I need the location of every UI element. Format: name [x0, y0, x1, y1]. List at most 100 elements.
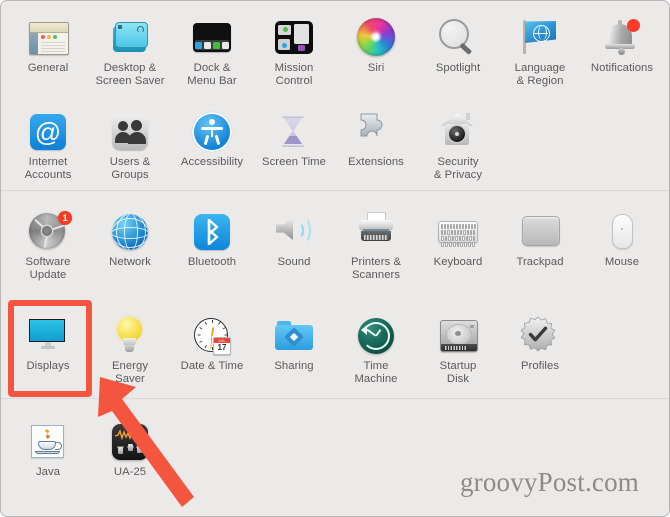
pref-pane-ua25[interactable]: UA-25: [89, 411, 171, 479]
icon-slot: [499, 313, 581, 359]
icon-slot: [417, 109, 499, 155]
pane-label: Time Machine: [354, 360, 398, 385]
icon-slot: [417, 15, 499, 61]
pref-pane-users-groups[interactable]: Users & Groups: [89, 101, 171, 182]
pane-label: Siri: [367, 62, 385, 74]
pane-label: Software Update: [25, 256, 71, 281]
pref-pane-network[interactable]: Network: [89, 201, 171, 269]
energy-saver-bulb-icon: [110, 316, 150, 356]
icon-slot: [335, 109, 417, 155]
icon-slot: [335, 15, 417, 61]
calendar-day: 17: [217, 343, 227, 352]
security-privacy-icon: [438, 112, 478, 152]
pref-pane-mission-control[interactable]: Mission Control: [253, 7, 335, 88]
icon-slot: [253, 15, 335, 61]
date-time-clock-icon: JUL 17: [192, 316, 232, 356]
icon-slot: [499, 15, 581, 61]
pane-label: Users & Groups: [109, 156, 151, 181]
pane-label: Extensions: [348, 156, 404, 168]
pref-pane-mouse[interactable]: Mouse: [581, 201, 663, 269]
icon-slot: [417, 313, 499, 359]
pref-pane-general[interactable]: General: [7, 7, 89, 75]
sharing-folder-icon: [274, 316, 314, 356]
pref-pane-trackpad[interactable]: Trackpad: [499, 201, 581, 269]
pref-pane-notifications[interactable]: Notifications: [581, 7, 663, 75]
pane-label: Notifications: [590, 62, 654, 74]
accessibility-icon: [192, 112, 232, 152]
pane-label: Startup Disk: [439, 360, 477, 385]
preference-row: @ Internet Accounts Users & Groups Acces…: [1, 101, 669, 190]
pref-pane-security-privacy[interactable]: Security & Privacy: [417, 101, 499, 182]
pane-label: Keyboard: [433, 256, 483, 268]
site-watermark: groovyPost.com: [459, 467, 639, 497]
pref-pane-siri[interactable]: Siri: [335, 7, 417, 75]
keyboard-icon: [438, 212, 478, 252]
pane-label: Trackpad: [516, 256, 564, 268]
profiles-badge-icon: [520, 316, 560, 356]
pref-pane-profiles[interactable]: Profiles: [499, 305, 581, 373]
pref-pane-printers-scanners[interactable]: Printers & Scanners: [335, 201, 417, 282]
pref-pane-java[interactable]: Java: [7, 411, 89, 479]
dock-menubar-icon: [192, 18, 232, 58]
pref-pane-energy-saver[interactable]: Energy Saver: [89, 305, 171, 386]
calendar-day-badge: JUL 17: [213, 337, 231, 355]
pref-pane-displays[interactable]: Displays: [7, 305, 89, 373]
pane-label: Dock & Menu Bar: [187, 62, 237, 87]
pane-label: Internet Accounts: [24, 156, 72, 181]
pref-pane-extensions[interactable]: Extensions: [335, 101, 417, 169]
pref-pane-screen-time[interactable]: Screen Time: [253, 101, 335, 169]
extensions-puzzle-icon: [356, 112, 396, 152]
language-region-icon: [520, 18, 560, 58]
icon-slot: [581, 209, 663, 255]
startup-disk-icon: [438, 316, 478, 356]
icon-slot: [171, 109, 253, 155]
pane-label: Date & Time: [180, 360, 244, 372]
bluetooth-icon: [192, 212, 232, 252]
icon-slot: [89, 419, 171, 465]
preference-row: 1 Software Update Network Bluetooth Soun…: [1, 191, 669, 295]
icon-slot: [499, 209, 581, 255]
pane-label: Sharing: [274, 360, 314, 372]
pref-pane-bluetooth[interactable]: Bluetooth: [171, 201, 253, 269]
icon-slot: [253, 313, 335, 359]
pane-label: Mouse: [604, 256, 640, 268]
pref-pane-accessibility[interactable]: Accessibility: [171, 101, 253, 169]
notifications-bell-icon: [602, 18, 642, 58]
icon-slot: @: [7, 109, 89, 155]
pref-pane-internet-accounts[interactable]: @ Internet Accounts: [7, 101, 89, 182]
time-machine-icon: [356, 316, 396, 356]
pref-pane-time-machine[interactable]: Time Machine: [335, 305, 417, 386]
pane-label: Network: [109, 256, 151, 268]
siri-icon: [356, 18, 396, 58]
icon-slot: [89, 109, 171, 155]
pane-label: Security & Privacy: [433, 156, 483, 181]
pref-pane-keyboard[interactable]: Keyboard: [417, 201, 499, 269]
icon-slot: [7, 419, 89, 465]
pane-label: Language & Region: [514, 62, 566, 87]
pane-label: Bluetooth: [187, 256, 237, 268]
pref-pane-startup-disk[interactable]: Startup Disk: [417, 305, 499, 386]
icon-slot: [253, 109, 335, 155]
icon-slot: [89, 209, 171, 255]
pref-pane-software-update[interactable]: 1 Software Update: [7, 201, 89, 282]
pref-pane-language-region[interactable]: Language & Region: [499, 7, 581, 88]
icon-slot: JUL 17: [171, 313, 253, 359]
preference-group-personal: General Desktop & Screen Saver Dock & Me…: [1, 1, 669, 190]
pref-pane-spotlight[interactable]: Spotlight: [417, 7, 499, 75]
pane-label: General: [27, 62, 69, 74]
pane-label: Sound: [277, 256, 311, 268]
icon-slot: [7, 15, 89, 61]
sound-speaker-icon: [274, 212, 314, 252]
pref-pane-date-time[interactable]: JUL 17 Date & Time: [171, 305, 253, 373]
pref-pane-desktop-screen-saver[interactable]: Desktop & Screen Saver: [89, 7, 171, 88]
screen-time-hourglass-icon: [274, 112, 314, 152]
pref-pane-sharing[interactable]: Sharing: [253, 305, 335, 373]
notification-badge-dot: [627, 19, 640, 32]
internet-accounts-icon: @: [28, 112, 68, 152]
pref-pane-dock-menu-bar[interactable]: Dock & Menu Bar: [171, 7, 253, 88]
icon-slot: 1: [7, 209, 89, 255]
icon-slot: [171, 15, 253, 61]
pref-pane-sound[interactable]: Sound: [253, 201, 335, 269]
pane-label: Java: [35, 466, 61, 478]
pane-label: Accessibility: [180, 156, 244, 168]
